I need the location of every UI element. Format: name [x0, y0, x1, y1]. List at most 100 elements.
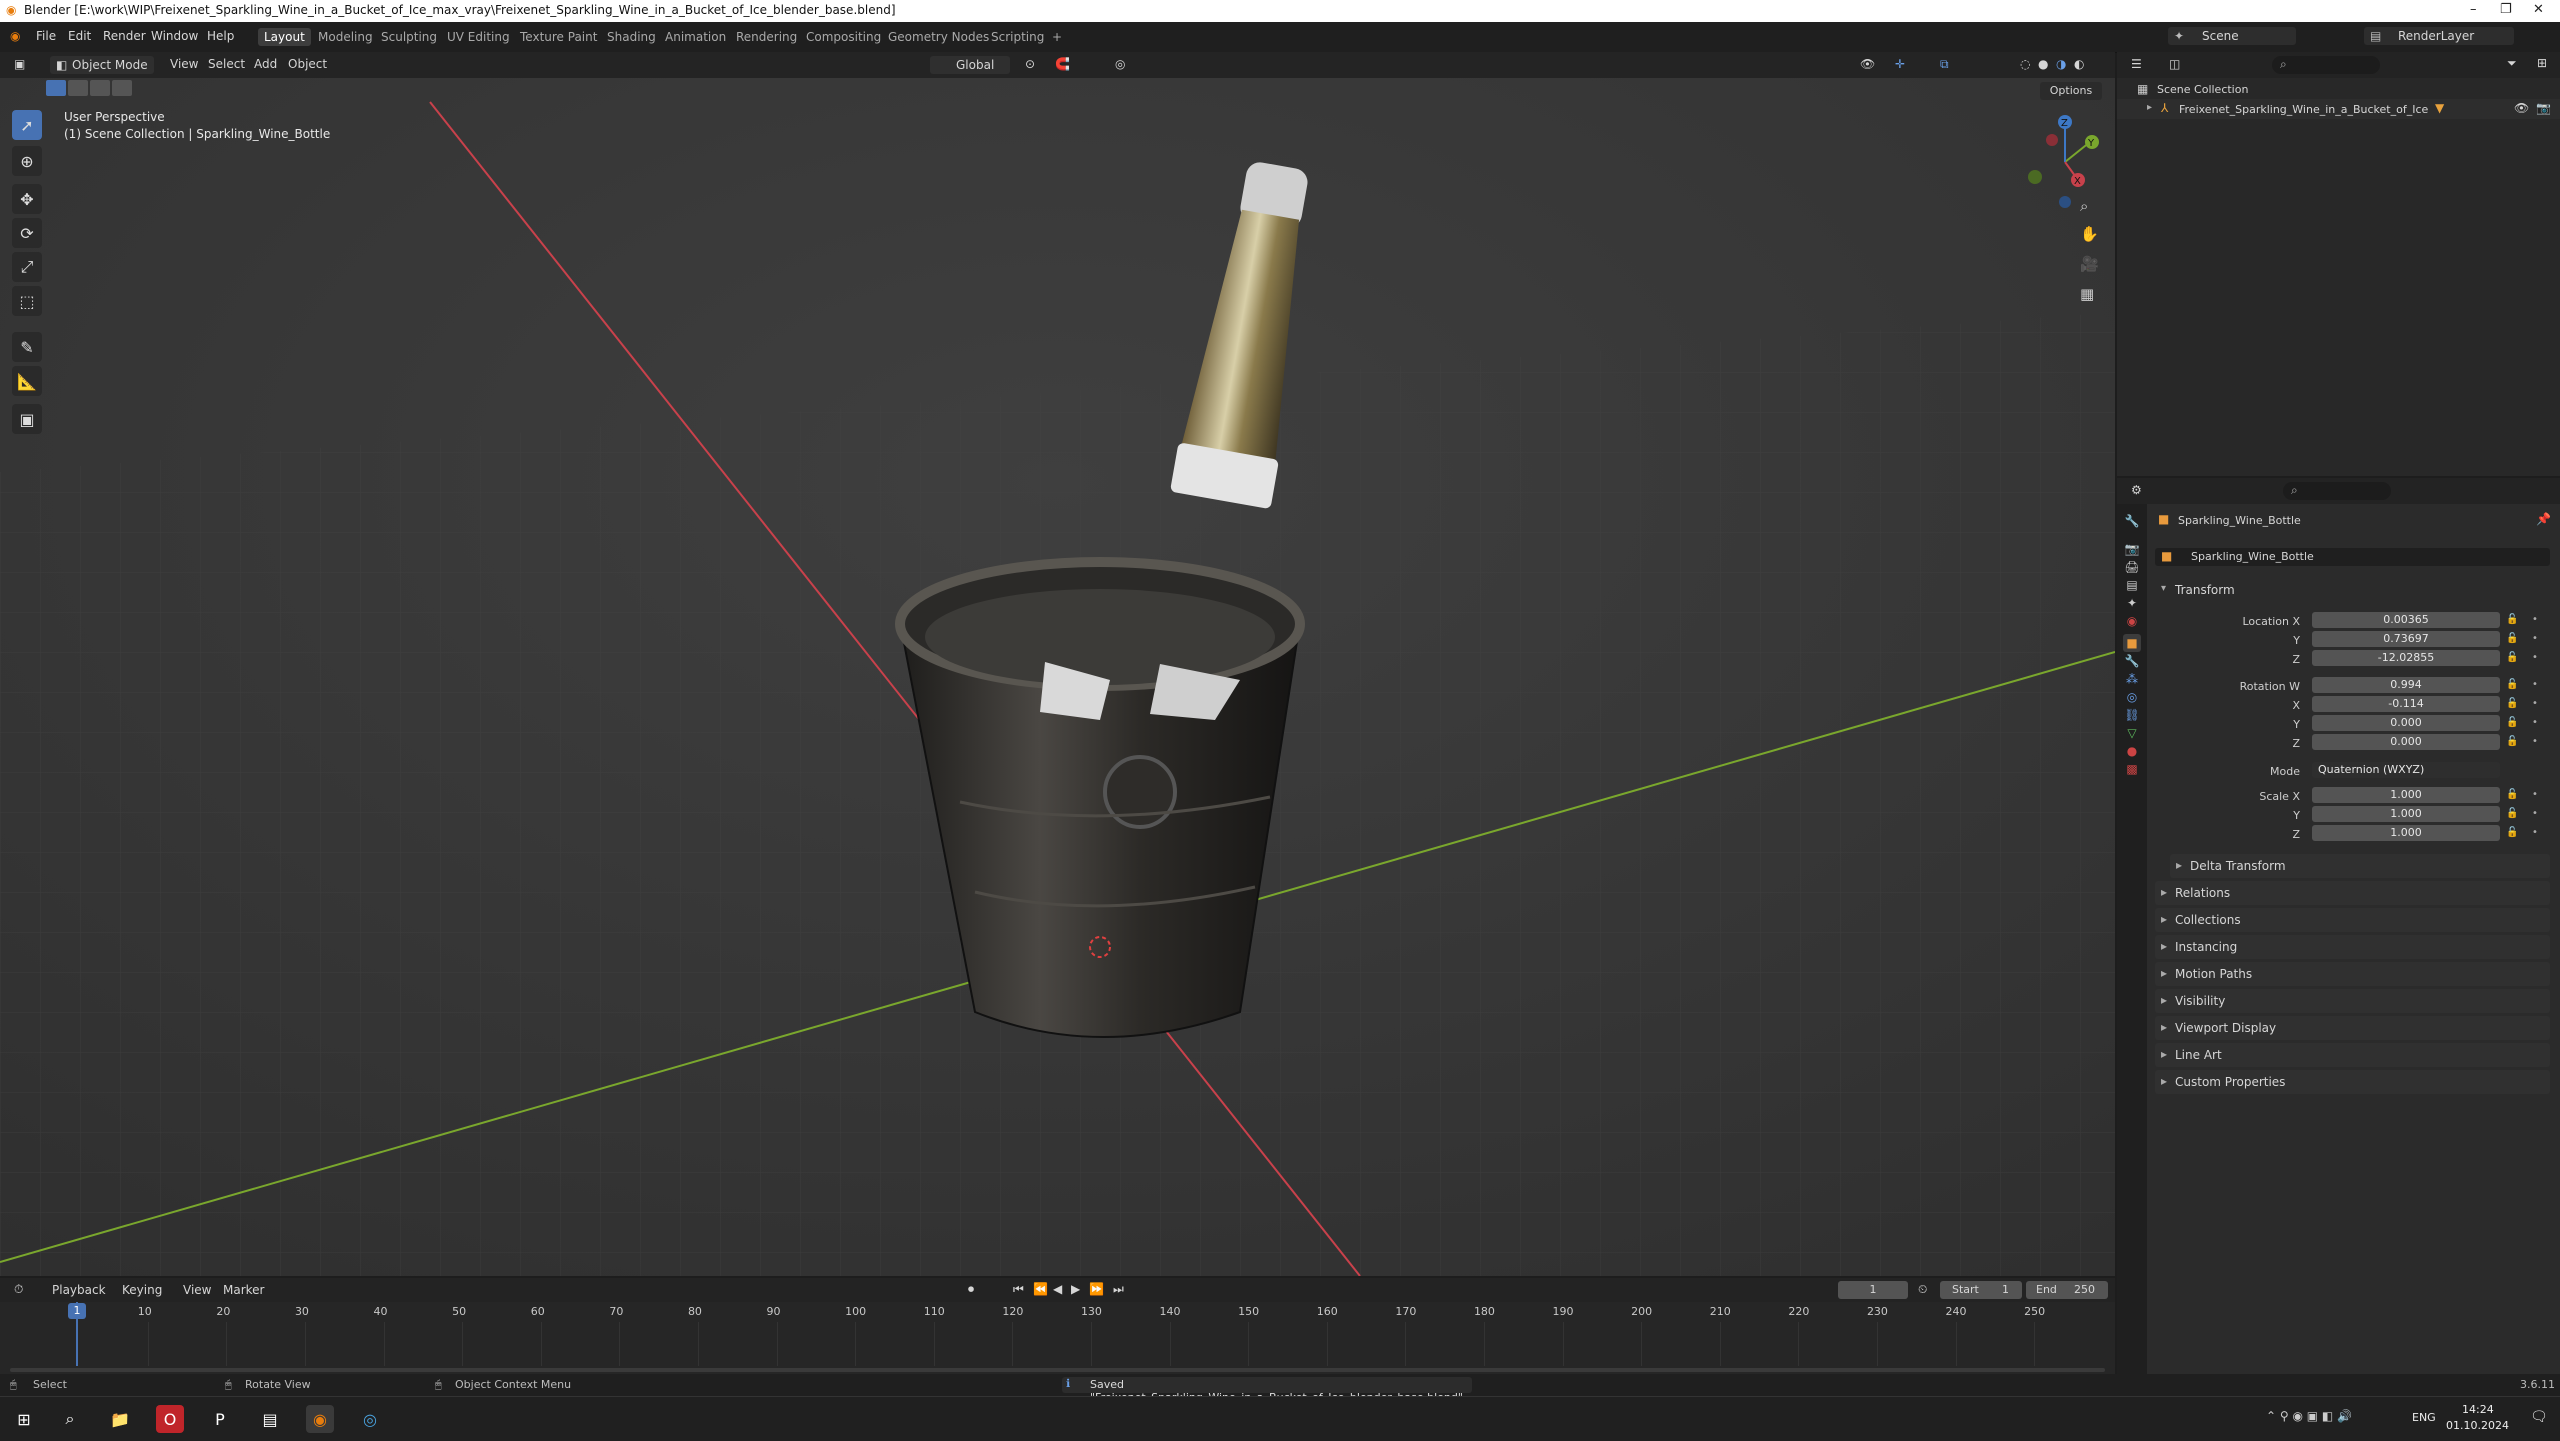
lock-icon[interactable]: 🔓	[2506, 717, 2518, 728]
lock-icon[interactable]: 🔓	[2506, 789, 2518, 800]
cursor-tool[interactable]: ⊕	[12, 146, 42, 176]
camera-render-icon[interactable]: 📷	[2536, 101, 2551, 115]
location-x-field[interactable]: 0.00365	[2312, 612, 2500, 628]
record-icon[interactable]: ⏺	[968, 1282, 974, 1297]
timeline-editor-icon[interactable]: ⏱	[14, 1282, 23, 1297]
outliner-editor-icon[interactable]: ☰	[2131, 57, 2142, 71]
stopwatch-icon[interactable]: ⏲	[1918, 1282, 1927, 1297]
transform-panel-header[interactable]: ▾ Transform	[2155, 580, 2550, 602]
blender-menu-icon[interactable]: ◉	[10, 29, 20, 43]
minimize-button[interactable]: –	[2470, 2, 2477, 17]
lock-icon[interactable]: 🔓	[2506, 633, 2518, 644]
particles-tab-icon[interactable]: ⁂	[2123, 670, 2141, 688]
constraints-tab-icon[interactable]: ⛓	[2123, 706, 2141, 724]
tray-icons[interactable]: ⌃ ⚲ ◉ ▣ ◧ 🔊	[2266, 1409, 2352, 1423]
solid-shading-icon[interactable]: ●	[2038, 57, 2048, 71]
menu-window[interactable]: Window	[151, 29, 198, 43]
keyframe-dot-icon[interactable]: •	[2532, 736, 2538, 747]
marker-menu[interactable]: Marker	[223, 1283, 264, 1297]
tab-compositing[interactable]: Compositing	[800, 28, 887, 46]
notepad-icon[interactable]: ▤	[256, 1405, 284, 1433]
lock-icon[interactable]: 🔓	[2506, 827, 2518, 838]
search-icon[interactable]: ⌕	[56, 1405, 84, 1433]
prev-keyframe-icon[interactable]: ⏪	[1033, 1282, 1048, 1296]
custom-properties-section[interactable]: ▸ Custom Properties	[2155, 1070, 2550, 1094]
start-frame-field[interactable]: Start 1	[1940, 1281, 2022, 1299]
new-collection-icon[interactable]: ⊞	[2537, 56, 2547, 70]
end-frame-field[interactable]: End 250	[2026, 1281, 2108, 1299]
snap-icon[interactable]: 🧲	[1055, 57, 1070, 71]
relations-section[interactable]: ▸ Relations	[2155, 881, 2550, 905]
rotation-w-field[interactable]: 0.994	[2312, 677, 2500, 693]
ortho-grid-icon[interactable]: ▦	[2080, 285, 2094, 303]
properties-search-input[interactable]: ⌕	[2283, 482, 2391, 500]
keyframe-dot-icon[interactable]: •	[2532, 698, 2538, 709]
lock-icon[interactable]: 🔓	[2506, 679, 2518, 690]
texture-tab-icon[interactable]: ▩	[2123, 760, 2141, 778]
current-frame-field[interactable]: 1	[1838, 1281, 1908, 1299]
keyframe-dot-icon[interactable]: •	[2532, 789, 2538, 800]
location-y-field[interactable]: 0.73697	[2312, 631, 2500, 647]
tab-layout[interactable]: Layout	[258, 28, 311, 46]
file-explorer-icon[interactable]: 📁	[106, 1405, 134, 1433]
play-icon[interactable]: ▶	[1071, 1282, 1080, 1296]
frame-ruler[interactable]: 10 20 30 40 50 60 70 80 90 100 110 120 130 140 150 160 1…	[0, 1302, 2115, 1366]
rotation-mode-dropdown[interactable]: Quaternion (WXYZ)	[2312, 762, 2500, 778]
3d-viewport[interactable]: Z Y X User Perspective (1) Scene Collect…	[0, 52, 2115, 1276]
viewport-menu-add[interactable]: Add	[254, 57, 277, 71]
scale-tool[interactable]: ⤢	[12, 252, 42, 282]
pivot-icon[interactable]: ⊙	[1025, 57, 1035, 71]
rotation-z-field[interactable]: 0.000	[2312, 734, 2500, 750]
overlays-icon[interactable]: ⧉	[1940, 57, 1949, 72]
tab-geometry-nodes[interactable]: Geometry Nodes	[882, 28, 995, 46]
viewport-menu-select[interactable]: Select	[208, 57, 245, 71]
tab-modeling[interactable]: Modeling	[312, 28, 379, 46]
location-z-field[interactable]: -12.02855	[2312, 650, 2500, 666]
keyframe-dot-icon[interactable]: •	[2532, 652, 2538, 663]
instancing-section[interactable]: ▸ Instancing	[2155, 935, 2550, 959]
timeline-scrollbar[interactable]	[10, 1368, 2105, 1372]
object-name-field[interactable]: ■ Sparkling_Wine_Bottle	[2155, 548, 2550, 566]
material-shading-icon[interactable]: ◑	[2056, 57, 2066, 71]
scale-x-field[interactable]: 1.000	[2312, 787, 2500, 803]
keyframe-dot-icon[interactable]: •	[2532, 808, 2538, 819]
windows-start-icon[interactable]: ⊞	[10, 1405, 38, 1433]
notifications-icon[interactable]: 🗨	[2530, 1409, 2548, 1425]
viewport-display-section[interactable]: ▸ Viewport Display	[2155, 1016, 2550, 1040]
keyframe-dot-icon[interactable]: •	[2532, 679, 2538, 690]
options-dropdown[interactable]: Options	[2040, 82, 2102, 100]
lock-icon[interactable]: 🔓	[2506, 808, 2518, 819]
clock-time[interactable]: 14:24	[2462, 1403, 2494, 1416]
select-subtract-icon[interactable]	[90, 80, 110, 96]
playback-menu[interactable]: Playback	[52, 1283, 106, 1297]
tab-animation[interactable]: Animation	[659, 28, 732, 46]
wireframe-shading-icon[interactable]: ◌	[2020, 57, 2030, 71]
material-tab-icon[interactable]: ●	[2123, 742, 2141, 760]
editor-type-icon[interactable]: ▣	[14, 57, 25, 71]
select-extend-icon[interactable]	[68, 80, 88, 96]
lock-icon[interactable]: 🔓	[2506, 736, 2518, 747]
menu-edit[interactable]: Edit	[68, 29, 91, 43]
keyframe-dot-icon[interactable]: •	[2532, 633, 2538, 644]
jump-end-icon[interactable]: ⏭	[1113, 1282, 1124, 1297]
app-circle-icon[interactable]: ◎	[356, 1405, 384, 1433]
language-indicator[interactable]: ENG	[2412, 1411, 2436, 1424]
eye-icon[interactable]: 👁	[2514, 101, 2529, 115]
proportional-edit-icon[interactable]: ◎	[1115, 57, 1125, 71]
viewport-scene[interactable]: Z Y X	[0, 52, 2115, 1276]
outliner-row[interactable]: ▸ ⅄ Freixenet_Sparkling_Wine_in_a_Bucket…	[2117, 99, 2560, 119]
rotation-y-field[interactable]: 0.000	[2312, 715, 2500, 731]
rendered-shading-icon[interactable]: ◐	[2074, 57, 2084, 71]
maximize-button[interactable]: ❐	[2500, 2, 2512, 17]
tab-scripting[interactable]: Scripting	[985, 28, 1050, 46]
line-art-section[interactable]: ▸ Line Art	[2155, 1043, 2550, 1067]
app-p-icon[interactable]: P	[206, 1405, 234, 1433]
visibility-section[interactable]: ▸ Visibility	[2155, 989, 2550, 1013]
selection-mode-buttons[interactable]	[46, 80, 142, 96]
viewport-menu-object[interactable]: Object	[288, 57, 327, 71]
object-tab-icon[interactable]: ■	[2123, 634, 2141, 652]
tab-shading[interactable]: Shading	[601, 28, 662, 46]
menu-file[interactable]: File	[36, 29, 56, 43]
world-tab-icon[interactable]: ◉	[2123, 612, 2141, 630]
keying-menu[interactable]: Keying	[122, 1283, 162, 1297]
